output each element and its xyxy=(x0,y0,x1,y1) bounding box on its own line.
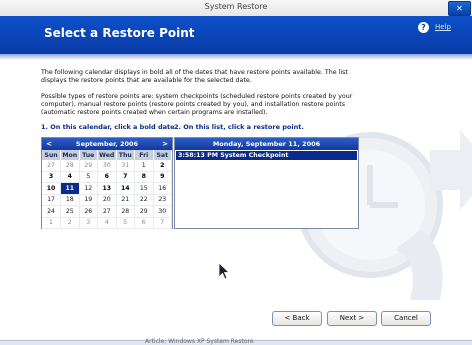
title-bar: System Restore ✕ xyxy=(0,0,472,17)
calendar-day[interactable]: 20 xyxy=(97,194,117,206)
calendar-day[interactable]: 1 xyxy=(42,217,61,229)
calendar-day[interactable]: 27 xyxy=(42,160,61,172)
previous-month-button[interactable]: < xyxy=(44,139,54,149)
calendar-day[interactable]: 30 xyxy=(97,160,117,172)
calendar-week-row: 27 28 29 30 31 1 2 xyxy=(42,160,172,172)
weekday-header: Sat xyxy=(153,150,172,160)
calendar-week-row: 3456789 xyxy=(42,171,172,183)
calendar-day[interactable]: 28 xyxy=(116,205,135,218)
calendar-day[interactable]: 2 xyxy=(60,217,80,229)
calendar-day[interactable]: 24 xyxy=(42,205,61,218)
calendar-day[interactable]: 17 xyxy=(42,194,61,206)
calendar-day[interactable]: 1 xyxy=(134,160,154,172)
header-shadow xyxy=(0,54,472,60)
footer-caption: Article: Windows XP System Restore xyxy=(145,338,254,345)
intro-paragraph-2: Possible types of restore points are: sy… xyxy=(41,93,353,116)
weekday-header: Fri xyxy=(134,150,154,160)
calendar-day[interactable]: 22 xyxy=(134,194,154,206)
calendar-day[interactable]: 7 xyxy=(153,217,172,229)
restore-point-name: System Checkpoint xyxy=(220,152,289,159)
weekday-header: Thu xyxy=(116,150,135,160)
calendar-day[interactable]: 21 xyxy=(116,194,135,206)
calendar-day[interactable]: 6 xyxy=(97,171,117,183)
calendar-day[interactable]: 23 xyxy=(153,194,172,206)
restore-calendar: < September, 2006 > Sun Mon Tue Wed Thu Fri Sa… xyxy=(41,137,173,229)
calendar-day[interactable]: 15 xyxy=(134,182,154,195)
wizard-header: Select a Restore Point xyxy=(0,16,472,54)
calendar-day[interactable]: 6 xyxy=(134,217,154,229)
calendar-day[interactable]: 26 xyxy=(79,205,98,218)
close-icon[interactable]: ✕ xyxy=(448,1,471,16)
back-button[interactable]: < Back xyxy=(272,311,322,326)
window-title: System Restore xyxy=(204,2,268,11)
calendar-day[interactable]: 2 xyxy=(153,160,172,172)
intro-paragraph-1: The following calendar displays in bold … xyxy=(41,69,348,84)
calendar-day[interactable]: 13 xyxy=(97,182,117,195)
calendar-day[interactable]: 12 xyxy=(79,182,98,195)
calendar-day[interactable]: 28 xyxy=(60,160,80,172)
help-link[interactable]: Help xyxy=(435,23,451,31)
calendar-week-row: 1234567 xyxy=(42,217,172,229)
weekday-header: Wed xyxy=(97,150,117,160)
calendar-day[interactable]: 5 xyxy=(79,171,98,183)
page-title: Select a Restore Point xyxy=(44,26,195,40)
calendar-day[interactable]: 29 xyxy=(79,160,98,172)
next-button[interactable]: Next > xyxy=(327,311,377,326)
calendar-month-label: September, 2006 xyxy=(75,140,139,148)
step-2-label: 2. On this list, click a restore point. xyxy=(174,123,304,131)
calendar-day[interactable]: 18 xyxy=(60,194,80,206)
cancel-button[interactable]: Cancel xyxy=(381,311,431,326)
step-1-label: 1. On this calendar, click a bold date. xyxy=(41,123,177,131)
calendar-day-selected[interactable]: 11 xyxy=(60,182,80,195)
next-month-button[interactable]: > xyxy=(160,139,170,149)
calendar-day[interactable]: 3 xyxy=(42,171,61,183)
calendar-day[interactable]: 31 xyxy=(116,160,135,172)
calendar-day[interactable]: 5 xyxy=(116,217,135,229)
calendar-day[interactable]: 25 xyxy=(60,205,80,218)
calendar-week-row: 10 11 12 13 14 15 16 xyxy=(42,182,172,195)
calendar-day[interactable]: 10 xyxy=(42,182,61,195)
calendar-header: < September, 2006 > xyxy=(42,138,172,150)
calendar-day[interactable]: 30 xyxy=(153,205,172,218)
calendar-day[interactable]: 16 xyxy=(153,182,172,195)
calendar-day[interactable]: 3 xyxy=(79,217,98,229)
calendar-day[interactable]: 4 xyxy=(60,171,80,183)
restore-point-list: Monday, September 11, 2006 3:58:13 PM Sy… xyxy=(174,137,359,229)
calendar-grid: Sun Mon Tue Wed Thu Fri Sat 27 28 29 30 31 1 2 3 4 5 6 7 8… xyxy=(42,150,172,229)
restore-list-date-header: Monday, September 11, 2006 xyxy=(175,138,358,150)
help-icon[interactable]: ? xyxy=(418,22,429,33)
restore-point-item[interactable]: 3:58:13 PM System Checkpoint xyxy=(176,151,357,160)
weekday-header: Sun xyxy=(42,150,61,160)
calendar-day[interactable]: 19 xyxy=(79,194,98,206)
calendar-day[interactable]: 29 xyxy=(134,205,154,218)
calendar-day[interactable]: 14 xyxy=(116,182,135,195)
calendar-day[interactable]: 8 xyxy=(134,171,154,183)
calendar-week-row: 24 25 26 27 28 29 30 xyxy=(42,205,172,218)
system-restore-window: System Restore ✕ Select a Restore Point … xyxy=(0,0,472,345)
weekday-header: Mon xyxy=(60,150,80,160)
calendar-week-row: 17 18 19 20 21 22 23 xyxy=(42,194,172,206)
weekday-header: Tue xyxy=(79,150,98,160)
calendar-day[interactable]: 27 xyxy=(97,205,117,218)
restore-point-time: 3:58:13 PM xyxy=(178,152,219,159)
calendar-day[interactable]: 9 xyxy=(153,171,172,183)
mouse-pointer-icon xyxy=(218,262,230,280)
calendar-day[interactable]: 7 xyxy=(116,171,135,183)
calendar-day[interactable]: 4 xyxy=(97,217,117,229)
